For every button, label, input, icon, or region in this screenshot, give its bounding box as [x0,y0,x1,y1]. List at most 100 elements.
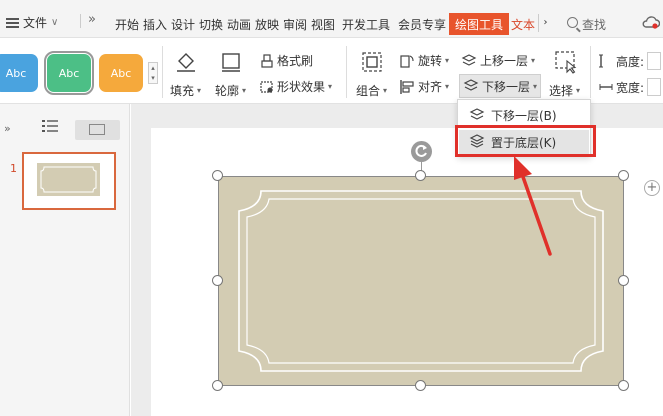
height-icon [599,54,603,68]
dropdown-arrow-icon: ▾ [197,86,202,95]
shape-style-label: Abc [5,66,27,80]
outline-view-icon[interactable] [40,118,60,134]
outline-button[interactable]: 轮廓 ▾ [215,82,246,99]
height-label: 高度: [616,54,645,69]
bring-forward-label: 上移一层 [480,54,529,68]
resize-handle-right[interactable] [618,275,629,286]
select-label: 选择 [549,84,574,98]
send-backward-label: 下移一层 [482,79,531,94]
dropdown-arrow-icon: ▾ [383,86,388,95]
send-backward-icon [463,79,479,91]
select-button[interactable]: 选择 ▾ [549,82,580,99]
search-icon [567,17,578,28]
ribbon-toolbar: Abc Abc Abc ▴ ▾ 填充 ▾ 轮廓 ▾ 格式刷 形状效果 ▾ 组合 ▾ 旋转 ▾ [0,38,663,104]
fill-button[interactable]: 填充 ▾ [170,82,201,99]
tab-slideshow[interactable]: 放映 [255,16,279,33]
resize-handle-bottom-right[interactable] [618,380,629,391]
more-tabs-button[interactable]: » [88,12,96,27]
dropdown-arrow-icon: ▾ [242,86,247,95]
dropdown-arrow-icon: ▾ [445,56,450,65]
width-field[interactable]: 宽度: [599,78,662,96]
ribbon-separator [590,46,591,98]
menu-item-send-backward[interactable]: 下移一层(B) [459,103,589,127]
resize-handle-top[interactable] [415,170,426,181]
slides-panel: » 1 [0,104,130,416]
collapse-panel-icon[interactable]: » [4,122,11,135]
send-backward-button[interactable]: 下移一层 ▾ [459,74,542,98]
send-backward-icon [469,108,485,120]
rotate-handle[interactable] [411,141,432,162]
add-icon[interactable]: + [644,180,660,196]
select-cursor-icon[interactable] [554,50,578,74]
tab-insert[interactable]: 插入 [143,16,167,33]
shape-effects-label: 形状效果 [277,80,326,94]
resize-handle-bottom[interactable] [415,380,426,391]
bring-forward-button[interactable]: 上移一层 ▾ [461,52,535,69]
shape-effects-icon [260,80,273,93]
tab-transitions[interactable]: 切换 [199,16,223,33]
tab-animations[interactable]: 动画 [227,16,251,33]
group-button[interactable]: 组合 ▾ [356,82,387,99]
tab-view[interactable]: 视图 [311,16,335,33]
search-button[interactable]: 查找 [567,16,606,33]
rotate-arrow-icon [415,144,427,157]
fill-bucket-icon[interactable] [174,51,198,73]
search-label: 查找 [582,18,607,32]
file-menu-label: 文件 [23,16,48,30]
tab-text[interactable]: 文本 [511,16,535,33]
dropdown-arrow-icon: ▾ [576,86,581,95]
shape-style-label: Abc [58,66,80,80]
cloud-icon[interactable] [642,15,660,29]
tab-design[interactable]: 设计 [171,16,195,33]
width-icon [599,84,613,90]
height-input[interactable] [647,52,662,70]
file-menu[interactable]: 文件 ∨ [6,14,58,31]
decorative-frame-border [238,190,604,372]
outline-label: 轮廓 [215,84,240,98]
tab-developer[interactable]: 开发工具 [342,16,390,33]
thumbnail-shape [37,163,100,196]
width-label: 宽度: [616,80,645,95]
rotate-label: 旋转 [418,54,443,68]
tab-review[interactable]: 审阅 [283,16,307,33]
ribbon-separator [346,46,347,98]
brush-icon [261,53,273,68]
slide-number: 1 [10,162,17,175]
dropdown-arrow-icon: ▾ [445,82,450,91]
selected-frame-shape[interactable] [218,176,624,386]
shape-style-label: Abc [110,66,132,80]
align-icon [400,79,414,94]
resize-handle-bottom-left[interactable] [212,380,223,391]
resize-handle-left[interactable] [212,275,223,286]
align-label: 对齐 [418,80,443,94]
slide-thumbnail[interactable] [22,152,116,210]
annotation-arrow [514,156,552,256]
format-painter-button[interactable]: 格式刷 [260,52,313,69]
resize-handle-top-left[interactable] [212,170,223,181]
resize-handle-top-right[interactable] [618,170,629,181]
menu-separator [80,14,81,28]
tab-member[interactable]: 会员专享 [398,16,446,33]
shape-style-green[interactable]: Abc [44,51,94,95]
rotate-button[interactable]: 旋转 ▾ [399,52,449,69]
tab-drawing-tools[interactable]: 绘图工具 [449,13,510,35]
bring-forward-icon [461,53,477,66]
shape-style-orange[interactable]: Abc [99,54,143,92]
ribbon-separator [162,46,163,98]
align-button[interactable]: 对齐 ▾ [399,78,449,95]
shape-effects-button[interactable]: 形状效果 ▾ [260,78,332,95]
format-painter-label: 格式刷 [277,54,314,68]
outline-square-icon[interactable] [219,51,243,73]
thumbnail-view-button[interactable] [75,120,120,140]
fill-label: 填充 [170,84,195,98]
shape-style-blue[interactable]: Abc [0,54,38,92]
menu-bar: 文件 ∨ » 开始 插入 设计 切换 动画 放映 审阅 视图 开发工具 会员专享… [0,0,663,38]
style-gallery-expand-button[interactable]: ▴ ▾ [148,62,158,84]
tab-scroll-right-button[interactable]: › [538,14,552,32]
width-input[interactable] [647,78,662,96]
height-field[interactable]: 高度: [599,52,662,70]
group-icon[interactable] [360,50,384,74]
slide-thumbnail-icon [89,124,105,135]
tab-home[interactable]: 开始 [115,16,139,33]
group-label: 组合 [356,84,381,98]
